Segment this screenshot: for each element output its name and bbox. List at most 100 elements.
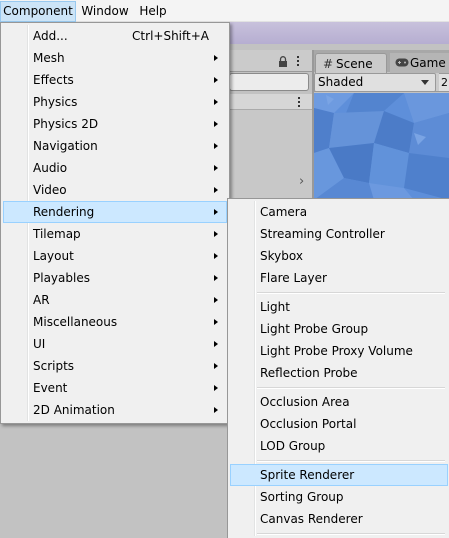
submenu-item-light-probe-proxy-volume[interactable]: Light Probe Proxy Volume — [230, 340, 448, 362]
chevron-right-icon — [214, 385, 218, 391]
menu-item-ui[interactable]: UI — [3, 333, 227, 355]
menu-item-label: UI — [33, 337, 46, 351]
chevron-right-icon — [214, 407, 218, 413]
menu-item-label: Miscellaneous — [33, 315, 118, 329]
submenu-item-canvas-renderer[interactable]: Canvas Renderer — [230, 508, 448, 530]
rendering-submenu: Camera Streaming Controller Skybox Flare… — [227, 198, 449, 538]
submenu-item-sprite-renderer[interactable]: Sprite Renderer — [230, 464, 448, 486]
menu-item-scripts[interactable]: Scripts — [3, 355, 227, 377]
menu-item-rendering[interactable]: Rendering — [3, 201, 227, 223]
submenu-item-label: Camera — [260, 205, 308, 219]
submenu-item-label: Flare Layer — [260, 271, 327, 285]
shading-mode-value: Shaded — [318, 75, 364, 89]
2d-toggle-button[interactable]: 2 — [439, 73, 449, 92]
menu-item-label: Navigation — [33, 139, 98, 153]
gamepad-icon — [394, 53, 410, 73]
menu-item-label: Physics — [33, 95, 78, 109]
menu-item-miscellaneous[interactable]: Miscellaneous — [3, 311, 227, 333]
menu-item-layout[interactable]: Layout — [3, 245, 227, 267]
menu-item-shortcut: Ctrl+Shift+A — [132, 29, 209, 43]
tab-scene-label: Scene — [336, 57, 373, 71]
menu-item-effects[interactable]: Effects — [3, 69, 227, 91]
menu-item-2d-animation[interactable]: 2D Animation — [3, 399, 227, 421]
submenu-item-light[interactable]: Light — [230, 296, 448, 318]
menubar-help[interactable]: Help — [133, 1, 173, 22]
scene-view[interactable] — [314, 93, 449, 200]
chevron-right-icon — [214, 363, 218, 369]
submenu-item-label: Sprite Renderer — [260, 468, 355, 482]
menu-item-navigation[interactable]: Navigation — [3, 135, 227, 157]
menubar-component[interactable]: Component — [0, 1, 76, 22]
submenu-item-label: Light Probe Group — [260, 322, 369, 336]
submenu-item-label: Light — [260, 300, 290, 314]
chevron-right-icon — [214, 341, 218, 347]
component-menu: Add... Ctrl+Shift+A Mesh Effects Physics… — [0, 22, 230, 424]
hash-icon: # — [322, 57, 334, 71]
submenu-item-label: Occlusion Portal — [260, 417, 357, 431]
menubar-window[interactable]: Window — [77, 1, 133, 22]
chevron-right-icon — [214, 143, 218, 149]
chevron-right-icon — [214, 231, 218, 237]
chevron-right-icon — [214, 55, 218, 61]
menu-item-label: Audio — [33, 161, 68, 175]
menu-item-event[interactable]: Event — [3, 377, 227, 399]
tab-game[interactable]: Game — [390, 53, 449, 73]
tab-game-label: Game — [410, 56, 446, 70]
chevron-right-icon[interactable]: › — [299, 174, 304, 189]
menu-item-ar[interactable]: AR — [3, 289, 227, 311]
submenu-item-occlusion-area[interactable]: Occlusion Area — [230, 391, 448, 413]
chevron-right-icon — [214, 319, 218, 325]
submenu-item-occlusion-portal[interactable]: Occlusion Portal — [230, 413, 448, 435]
shading-mode-dropdown[interactable]: Shaded — [314, 73, 436, 92]
chevron-right-icon — [214, 121, 218, 127]
menu-item-label: Mesh — [33, 51, 65, 65]
menu-item-label: Tilemap — [33, 227, 81, 241]
menu-item-video[interactable]: Video — [3, 179, 227, 201]
submenu-item-streaming-controller[interactable]: Streaming Controller — [230, 223, 448, 245]
chevron-right-icon — [214, 297, 218, 303]
menu-item-tilemap[interactable]: Tilemap — [3, 223, 227, 245]
submenu-item-camera[interactable]: Camera — [230, 201, 448, 223]
menu-item-audio[interactable]: Audio — [3, 157, 227, 179]
menu-separator — [257, 533, 445, 535]
submenu-item-flare-layer[interactable]: Flare Layer — [230, 267, 448, 289]
menu-item-physics[interactable]: Physics — [3, 91, 227, 113]
2d-toggle-label: 2 — [441, 76, 448, 89]
menu-item-label: 2D Animation — [33, 403, 115, 417]
chevron-right-icon — [214, 187, 218, 193]
menu-separator — [257, 460, 445, 462]
menu-item-label: Video — [33, 183, 67, 197]
submenu-item-label: Occlusion Area — [260, 395, 350, 409]
kebab-menu-icon[interactable] — [296, 55, 300, 67]
submenu-item-skybox[interactable]: Skybox — [230, 245, 448, 267]
menu-item-label: Physics 2D — [33, 117, 99, 131]
menu-item-mesh[interactable]: Mesh — [3, 47, 227, 69]
menu-item-playables[interactable]: Playables — [3, 267, 227, 289]
lock-icon[interactable] — [278, 56, 288, 67]
submenu-item-label: Sorting Group — [260, 490, 344, 504]
submenu-item-light-probe-group[interactable]: Light Probe Group — [230, 318, 448, 340]
menu-item-physics-2d[interactable]: Physics 2D — [3, 113, 227, 135]
chevron-right-icon — [214, 209, 218, 215]
chevron-right-icon — [214, 77, 218, 83]
submenu-item-lod-group[interactable]: LOD Group — [230, 435, 448, 457]
menu-item-label: Event — [33, 381, 68, 395]
menu-item-label: Layout — [33, 249, 74, 263]
submenu-item-reflection-probe[interactable]: Reflection Probe — [230, 362, 448, 384]
menu-item-label: Effects — [33, 73, 74, 87]
chevron-right-icon — [214, 165, 218, 171]
menu-bar: Component Window Help — [0, 0, 449, 22]
menu-item-label: AR — [33, 293, 50, 307]
tab-scene[interactable]: # Scene — [315, 53, 387, 73]
submenu-item-label: Reflection Probe — [260, 366, 358, 380]
search-input[interactable] — [229, 73, 309, 91]
menu-item-label: Rendering — [33, 205, 95, 219]
menu-separator — [257, 387, 445, 389]
kebab-menu-icon[interactable] — [297, 96, 301, 108]
submenu-item-sorting-group[interactable]: Sorting Group — [230, 486, 448, 508]
submenu-item-label: Canvas Renderer — [260, 512, 363, 526]
submenu-item-label: Skybox — [260, 249, 303, 263]
chevron-right-icon — [214, 253, 218, 259]
menu-item-add[interactable]: Add... Ctrl+Shift+A — [3, 25, 227, 47]
dropdown-arrow-icon — [421, 80, 429, 85]
